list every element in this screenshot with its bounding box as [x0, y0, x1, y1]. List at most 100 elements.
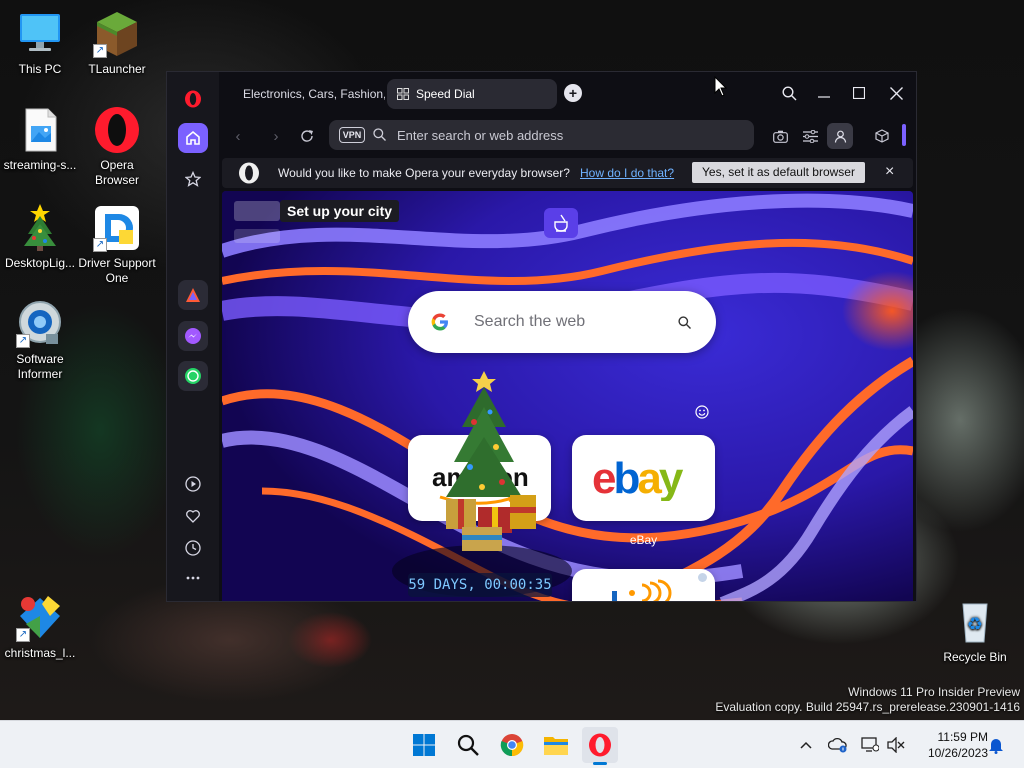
driver-support-icon: ↗	[93, 204, 141, 252]
desktop-icon-label: TLauncher	[88, 62, 146, 76]
sidebar-item-messenger[interactable]	[178, 321, 208, 351]
tab-speed-dial[interactable]: Speed Dial	[387, 79, 557, 109]
new-tab-button[interactable]: +	[564, 84, 582, 102]
desktop-icon-streaming[interactable]: streaming-s...	[0, 106, 80, 173]
sidebar-item-bookmarks[interactable]	[178, 501, 208, 531]
clock-icon	[185, 540, 201, 556]
messenger-icon	[185, 328, 201, 344]
web-search-input[interactable]	[474, 311, 664, 333]
opera-menu-button[interactable]	[178, 84, 208, 114]
tab-label: Speed Dial	[416, 87, 475, 101]
speed-dial-tile-booking[interactable]	[572, 569, 715, 601]
close-icon	[889, 86, 903, 100]
taskbar-clock[interactable]: 11:59 PM 10/26/2023	[928, 729, 988, 761]
default-browser-prompt: Would you like to make Opera your everyd…	[222, 158, 913, 188]
windows-logo-icon	[413, 734, 435, 756]
set-up-city-tooltip[interactable]: Set up your city	[280, 200, 400, 222]
software-informer-icon: ↗	[16, 300, 64, 348]
maximize-icon	[853, 87, 865, 99]
search-icon[interactable]	[678, 316, 691, 329]
taskbar-chrome[interactable]	[494, 727, 530, 763]
snapshot-button[interactable]	[767, 123, 793, 149]
profile-button[interactable]	[827, 123, 853, 149]
address-input[interactable]	[397, 125, 737, 145]
weather-placeholder	[234, 201, 280, 221]
opera-browser-window: Electronics, Cars, Fashion, Speed Dial +	[166, 71, 917, 602]
desktop-icon-driver-support-one[interactable]: ↗ Driver Support One	[77, 204, 157, 286]
sidebar-item-player[interactable]	[178, 469, 208, 499]
tray-volume[interactable]	[884, 733, 908, 757]
sidebar-item-history[interactable]	[178, 533, 208, 563]
image-file-icon	[16, 106, 64, 154]
back-button[interactable]: ‹	[225, 123, 251, 149]
taskbar-file-explorer[interactable]	[538, 727, 574, 763]
theme-button[interactable]	[544, 208, 578, 238]
folder-icon	[544, 737, 568, 755]
taskbar-opera[interactable]	[582, 727, 618, 765]
desktop-icon-software-informer[interactable]: ↗ Software Informer	[0, 300, 80, 382]
close-prompt-button[interactable]: ×	[885, 163, 894, 181]
sidebar-toggle-indicator[interactable]	[902, 124, 906, 146]
vpn-badge[interactable]: VPN	[339, 127, 365, 143]
tray-onedrive[interactable]	[826, 733, 850, 757]
clock-date: 10/26/2023	[927, 746, 988, 760]
minimize-button[interactable]	[809, 80, 839, 106]
taskbar-search-button[interactable]	[450, 727, 486, 763]
browser-toolbar: ‹ › VPN	[219, 114, 916, 156]
tab-search-button[interactable]	[774, 80, 804, 106]
address-bar[interactable]: VPN	[329, 120, 754, 150]
windows-watermark: Windows 11 Pro Insider Preview Evaluatio…	[715, 685, 1020, 715]
forward-button[interactable]: ›	[263, 123, 289, 149]
shortcut-arrow-icon: ↗	[16, 334, 30, 348]
show-hidden-icons-button[interactable]	[794, 733, 818, 757]
notifications-button[interactable]	[984, 733, 1008, 757]
svg-text:ebay: ebay	[592, 457, 684, 501]
weather-placeholder	[234, 229, 280, 243]
taskbar: 11:59 PM 10/26/2023	[0, 720, 1024, 768]
speed-dial-tile-ebay[interactable]: ebay	[572, 435, 715, 521]
desktop-icon-desktoplights[interactable]: DesktopLig...	[0, 204, 80, 271]
desktop-icon-label: Driver Support One	[78, 256, 156, 285]
sidebar-more-button[interactable]	[178, 563, 208, 593]
desktop-icon-opera-browser[interactable]: Opera Browser	[77, 106, 157, 188]
search-icon	[373, 128, 386, 141]
sidebar-item-home[interactable]	[178, 123, 208, 153]
weather-widget[interactable]	[234, 201, 284, 247]
desktop-icon-label: DesktopLig...	[4, 256, 76, 270]
extensions-button[interactable]	[869, 123, 895, 149]
desktop-icon-label: This PC	[18, 62, 62, 76]
shortcut-arrow-icon: ↗	[93, 238, 107, 252]
cloud-info-icon	[828, 737, 847, 753]
sidebar-item-whatsapp[interactable]	[178, 361, 208, 391]
reload-button[interactable]	[294, 123, 320, 149]
web-search-box[interactable]	[408, 291, 716, 353]
start-button[interactable]	[406, 727, 442, 763]
desktop-icon-recycle-bin[interactable]: ♻ Recycle Bin	[935, 598, 1015, 665]
tray-network[interactable]	[858, 733, 882, 757]
smiley-icon[interactable]	[695, 405, 709, 419]
swirl-wallpaper	[222, 191, 913, 601]
arrow-left-icon: ‹	[235, 127, 241, 145]
set-default-button[interactable]: Yes, set it as default browser	[692, 162, 865, 183]
sidebar-item-aria[interactable]	[178, 280, 208, 310]
easy-setup-button[interactable]	[797, 123, 823, 149]
how-do-i-link[interactable]: How do I do that?	[580, 166, 674, 180]
opera-sidebar	[167, 72, 219, 601]
whatsapp-icon	[185, 368, 201, 384]
desktop-icon-tlauncher[interactable]: ↗ TLauncher	[77, 10, 157, 77]
watermark-line: Windows 11 Pro Insider Preview	[848, 685, 1020, 699]
christmas-lights-icon: ↗	[16, 594, 64, 642]
maximize-button[interactable]	[844, 80, 874, 106]
sidebar-item-pinboards[interactable]	[178, 164, 208, 194]
minimize-icon	[818, 96, 830, 98]
shortcut-arrow-icon: ↗	[16, 628, 30, 642]
close-window-button[interactable]	[881, 80, 911, 106]
opera-logo-icon	[589, 733, 611, 757]
star-icon	[185, 171, 201, 187]
desktop-icon-christmas-lights[interactable]: ↗ christmas_l...	[0, 594, 80, 661]
tab-electronics[interactable]: Electronics, Cars, Fashion,	[225, 79, 385, 109]
sliders-icon	[802, 129, 818, 143]
tab-label: Electronics, Cars, Fashion,	[243, 87, 385, 101]
desktop-icon-this-pc[interactable]: This PC	[0, 10, 80, 77]
watermark-line: Evaluation copy. Build 25947.rs_prerelea…	[715, 700, 1020, 714]
